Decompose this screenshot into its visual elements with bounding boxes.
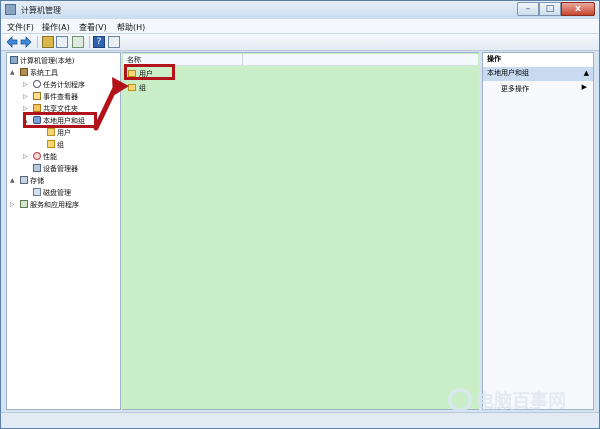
toolbar: ?: [1, 34, 599, 51]
tree-item-performance[interactable]: ▷ 性能: [23, 152, 57, 163]
tree-item-system-tools[interactable]: ▲ 系统工具: [10, 68, 58, 79]
tree-item-disk-management[interactable]: 磁盘管理: [33, 188, 71, 199]
services-icon: [20, 200, 28, 208]
show-hide-action-pane-icon[interactable]: [108, 36, 120, 48]
details-list-pane[interactable]: 名称 用户 组: [122, 52, 479, 410]
up-one-level-icon[interactable]: [42, 36, 54, 48]
forward-arrow-icon[interactable]: [20, 36, 32, 48]
tree-item-label: 设备管理器: [43, 165, 78, 173]
tree-item-storage[interactable]: ▲ 存储: [10, 176, 44, 187]
title-bar: 计算机管理 – □ x: [1, 1, 599, 19]
watermark-logo-icon: [448, 388, 472, 412]
window-title: 计算机管理: [21, 6, 61, 15]
collapse-triangle-icon[interactable]: ▲: [10, 177, 15, 184]
tree-item-label: 用户: [57, 129, 71, 137]
menu-view[interactable]: 查看(V): [79, 22, 107, 33]
website-watermark: 电脑百事网 WWW.PC841.COM: [444, 387, 594, 419]
tree-item-groups[interactable]: 组: [47, 140, 64, 151]
tools-icon: [20, 68, 28, 76]
help-icon[interactable]: ?: [93, 36, 105, 48]
tree-item-users[interactable]: 用户: [47, 128, 71, 139]
tree-item-label: 服务和应用程序: [30, 201, 79, 209]
toolbar-separator: [89, 36, 90, 48]
tree-item-device-manager[interactable]: 设备管理器: [33, 164, 78, 175]
computer-icon: [10, 56, 18, 64]
expand-triangle-icon[interactable]: ▷: [23, 81, 28, 88]
actions-section-label: 本地用户和组: [487, 69, 529, 77]
tree-root-label: 计算机管理(本地): [20, 57, 75, 65]
expand-triangle-icon[interactable]: ▷: [23, 105, 28, 112]
export-list-icon[interactable]: [72, 36, 84, 48]
close-button[interactable]: x: [561, 2, 595, 16]
shared-folder-icon: [33, 104, 41, 112]
tree-item-label: 事件查看器: [43, 93, 78, 101]
menu-file[interactable]: 文件(F): [7, 22, 34, 33]
tree-item-label: 磁盘管理: [43, 189, 71, 197]
menu-bar: 文件(F) 操作(A) 查看(V) 帮助(H): [1, 19, 599, 34]
minimize-button[interactable]: –: [517, 2, 539, 16]
folder-icon: [47, 128, 55, 136]
highlight-box-local-users-groups: [23, 112, 97, 128]
tree-item-label: 系统工具: [30, 69, 58, 77]
tree-item-task-scheduler[interactable]: ▷ 任务计划程序: [23, 80, 85, 91]
tree-item-label: 任务计划程序: [43, 81, 85, 89]
expand-triangle-icon[interactable]: ▷: [23, 93, 28, 100]
watermark-subtext: WWW.PC841.COM: [479, 407, 541, 414]
collapse-triangle-icon[interactable]: ▲: [10, 69, 15, 76]
actions-title: 操作: [483, 53, 593, 66]
actions-pane: 操作 本地用户和组 ▲ 更多操作 ▶: [482, 52, 594, 410]
maximize-button[interactable]: □: [539, 2, 561, 16]
annotation-arrow: [93, 77, 129, 131]
column-separator[interactable]: [242, 54, 243, 65]
storage-icon: [20, 176, 28, 184]
tree-item-label: 性能: [43, 153, 57, 161]
tree-root[interactable]: 计算机管理(本地): [10, 56, 74, 67]
show-hide-console-tree-icon[interactable]: [56, 36, 68, 48]
tree-item-label: 存储: [30, 177, 44, 185]
disk-icon: [33, 188, 41, 196]
computer-management-icon: [5, 4, 16, 15]
device-manager-icon: [33, 164, 41, 172]
tree-item-services-applications[interactable]: ▷ 服务和应用程序: [10, 200, 79, 211]
expand-triangle-icon[interactable]: ▷: [23, 153, 28, 160]
actions-section-local-users-groups[interactable]: 本地用户和组 ▲: [483, 67, 593, 81]
more-actions-link[interactable]: 更多操作: [501, 84, 529, 94]
event-viewer-icon: [33, 92, 41, 100]
menu-action[interactable]: 操作(A): [42, 22, 70, 33]
clock-icon: [33, 80, 41, 88]
expand-triangle-icon[interactable]: ▷: [10, 201, 15, 208]
list-header: 名称: [123, 54, 478, 66]
folder-icon: [47, 140, 55, 148]
list-item-label: 组: [139, 84, 146, 92]
tree-item-label: 组: [57, 141, 64, 149]
performance-icon: [33, 152, 41, 160]
menu-help[interactable]: 帮助(H): [117, 22, 145, 33]
tree-item-event-viewer[interactable]: ▷ 事件查看器: [23, 92, 78, 103]
computer-management-window: 计算机管理 – □ x 文件(F) 操作(A) 查看(V) 帮助(H) ? 计算…: [0, 0, 600, 429]
submenu-arrow-icon[interactable]: ▶: [582, 83, 587, 91]
collapse-triangle-icon[interactable]: ▲: [584, 67, 589, 80]
toolbar-separator: [37, 36, 38, 48]
back-arrow-icon[interactable]: [6, 36, 18, 48]
